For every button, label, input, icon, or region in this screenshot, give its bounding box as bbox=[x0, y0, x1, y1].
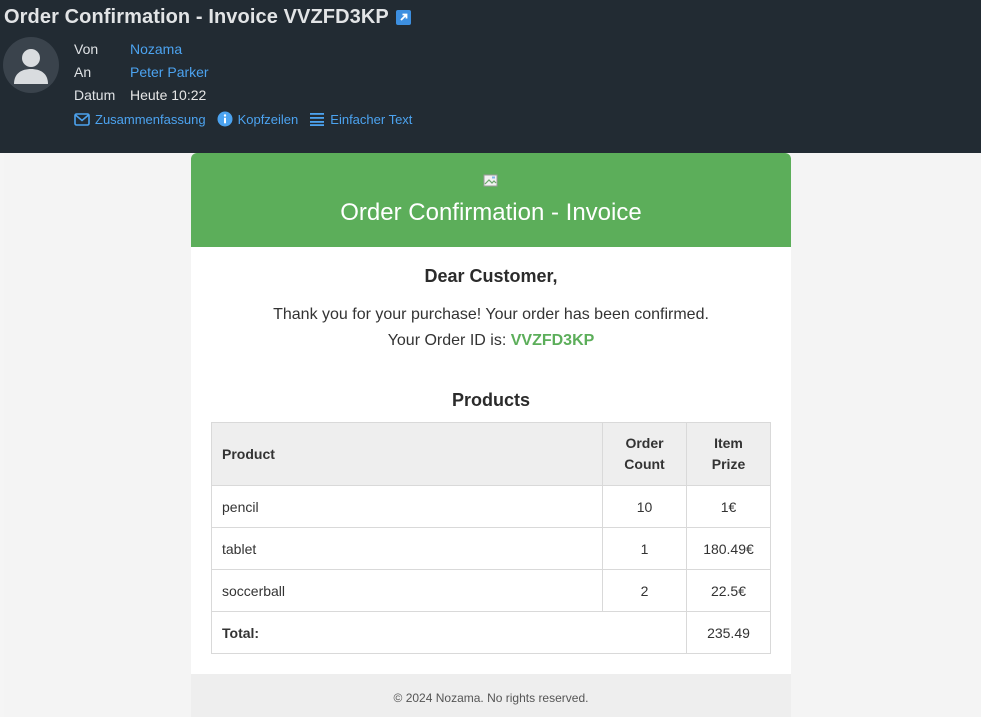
header-count-line1: Order bbox=[625, 435, 664, 451]
cell-count: 10 bbox=[602, 485, 687, 528]
confirmation-text: Thank you for your purchase! Your order … bbox=[273, 306, 709, 323]
order-id-line: Your Order ID is: VVZFD3KP bbox=[191, 328, 791, 354]
summary-view-label: Zusammenfassung bbox=[95, 111, 206, 127]
to-label: An bbox=[74, 63, 92, 80]
headers-view-label: Kopfzeilen bbox=[237, 111, 299, 127]
headers-view-link[interactable]: Kopfzeilen bbox=[217, 111, 299, 127]
total-row: Total: 235.49 bbox=[211, 611, 771, 654]
message-header: Order Confirmation - Invoice VVZFD3KP Vo… bbox=[0, 0, 981, 153]
message-subject: Order Confirmation - Invoice VVZFD3KP bbox=[4, 6, 389, 28]
cell-product: tablet bbox=[211, 527, 603, 570]
user-avatar-icon bbox=[14, 49, 48, 84]
header-prize-line1: Item bbox=[714, 435, 743, 451]
header-order-count: Order Count bbox=[602, 422, 687, 486]
cell-count: 1 bbox=[602, 527, 687, 570]
banner-title: Order Confirmation - Invoice bbox=[340, 199, 642, 226]
cell-prize: 22.5€ bbox=[686, 569, 771, 612]
email-banner: Order Confirmation - Invoice bbox=[191, 153, 791, 247]
order-id-value: VVZFD3KP bbox=[510, 332, 595, 349]
cell-prize: 1€ bbox=[686, 485, 771, 528]
table-row: pencil 10 1€ bbox=[211, 485, 771, 528]
date-label: Datum bbox=[74, 86, 116, 103]
from-sender-link[interactable]: Nozama bbox=[130, 41, 182, 57]
external-link-icon[interactable] bbox=[395, 10, 411, 25]
envelope-icon bbox=[74, 112, 90, 126]
view-mode-links: Zusammenfassung Kopfzeilen Einfacher Tex… bbox=[74, 111, 412, 127]
plain-text-view-label: Einfacher Text bbox=[330, 111, 413, 127]
order-id-label: Your Order ID is: bbox=[387, 332, 507, 349]
header-count-line2: Count bbox=[624, 456, 665, 472]
date-row: Datum Heute 10:22 bbox=[74, 83, 209, 106]
total-label: Total: bbox=[211, 611, 687, 654]
summary-view-link[interactable]: Zusammenfassung bbox=[74, 111, 206, 127]
email-footer: © 2024 Nozama. No rights reserved. bbox=[191, 674, 791, 717]
to-row: An Peter Parker bbox=[74, 60, 209, 83]
total-value: 235.49 bbox=[686, 611, 771, 654]
cell-product: pencil bbox=[211, 485, 603, 528]
broken-image-icon bbox=[483, 174, 498, 187]
info-icon bbox=[217, 111, 233, 127]
table-header-row: Product Order Count Item Prize bbox=[211, 422, 771, 486]
products-heading: Products bbox=[451, 390, 530, 410]
message-body: Order Confirmation - Invoice Dear Custom… bbox=[4, 153, 981, 717]
message-meta: Von Nozama An Peter Parker Datum Heute 1… bbox=[74, 37, 209, 106]
email-card: Order Confirmation - Invoice Dear Custom… bbox=[191, 153, 791, 717]
products-table: Product Order Count Item Prize pencil 10… bbox=[211, 422, 771, 654]
lines-icon bbox=[310, 113, 325, 126]
to-recipient-link[interactable]: Peter Parker bbox=[130, 64, 209, 80]
plain-text-view-link[interactable]: Einfacher Text bbox=[309, 111, 412, 127]
cell-count: 2 bbox=[602, 569, 687, 612]
table-row: soccerball 2 22.5€ bbox=[211, 569, 771, 612]
from-row: Von Nozama bbox=[74, 37, 209, 60]
table-row: tablet 1 180.49€ bbox=[211, 527, 771, 570]
subject-row: Order Confirmation - Invoice VVZFD3KP bbox=[4, 6, 411, 29]
cell-product: soccerball bbox=[211, 569, 603, 612]
header-product: Product bbox=[211, 422, 603, 486]
confirmation-message: Thank you for your purchase! Your order … bbox=[191, 302, 791, 354]
header-item-prize: Item Prize bbox=[686, 422, 771, 486]
cell-prize: 180.49€ bbox=[686, 527, 771, 570]
from-label: Von bbox=[74, 40, 99, 57]
greeting: Dear Customer, bbox=[424, 266, 558, 286]
header-prize-line2: Prize bbox=[711, 456, 746, 472]
avatar bbox=[3, 37, 59, 93]
date-value: Heute 10:22 bbox=[130, 86, 207, 103]
